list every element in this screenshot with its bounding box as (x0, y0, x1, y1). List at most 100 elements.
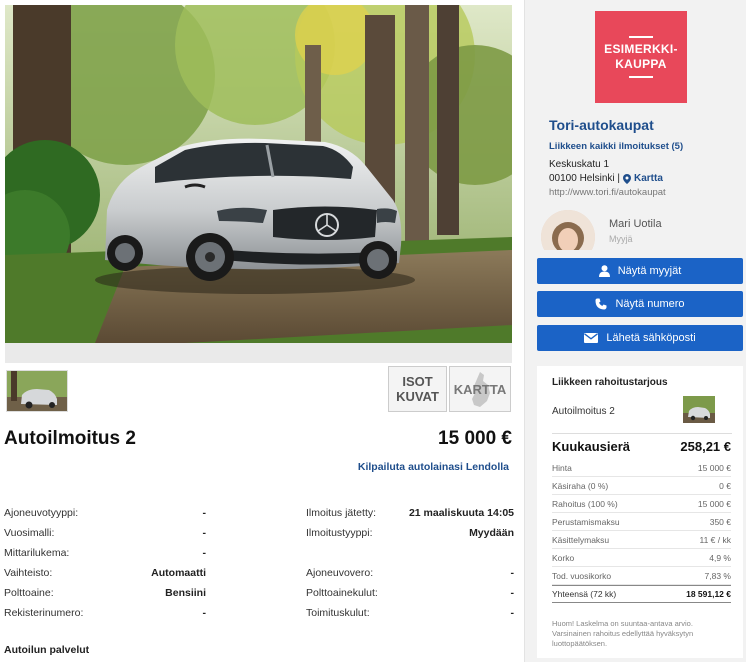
detail-label: Mittarilukema: (4, 547, 70, 559)
show-sellers-label: Näytä myyjät (617, 265, 682, 277)
financing-row-value: 350 € (709, 516, 731, 527)
detail-label: Polttoainekulut: (306, 587, 378, 599)
detail-label: Ilmoitustyyppi: (306, 527, 373, 539)
detail-row (306, 543, 514, 563)
financing-total-label: Yhteensä (72 kk) (552, 589, 617, 599)
shop-name[interactable]: Tori-autokaupat (549, 117, 654, 133)
financing-row-label: Käsittelymaksu (552, 534, 610, 545)
financing-car-name: Autoilmoitus 2 (552, 406, 615, 417)
seller-avatar (541, 210, 595, 250)
detail-value: - (202, 607, 207, 619)
phone-icon (595, 298, 607, 310)
detail-label: Ilmoitus jätetty: (306, 507, 377, 519)
shop-logo[interactable]: ESIMERKKI- KAUPPA (595, 11, 687, 103)
financing-car-thumbnail (683, 396, 715, 423)
detail-value: Myydään (469, 527, 514, 539)
big-images-button[interactable]: ISOT KUVAT (388, 366, 447, 412)
details-left-column: Ajoneuvotyyppi: - Vuosimalli: - Mittarilukem… (4, 503, 206, 623)
ad-title: Autoilmoitus 2 (4, 428, 136, 449)
map-label: KARTTA (453, 381, 507, 397)
financing-title: Liikkeen rahoitustarjous (552, 377, 668, 388)
user-icon (598, 265, 610, 277)
car-main-image[interactable] (5, 5, 512, 343)
send-email-button[interactable]: Lähetä sähköposti (537, 325, 743, 351)
financing-row: Käsiraha (0 %) 0 € (552, 477, 731, 495)
financing-total-row: Yhteensä (72 kk) 18 591,12 € (552, 585, 731, 603)
ad-main: ISOT KUVAT KARTTA Autoilmoitus 2 15 000 … (0, 0, 518, 662)
seller-card: Mari Uotila Myyjä (541, 210, 741, 250)
financing-row-value: 7,83 % (704, 570, 731, 581)
details-right-column: Ilmoitus jätetty: 21 maaliskuuta 14:05 Ilm… (306, 503, 514, 623)
shop-url[interactable]: http://www.tori.fi/autokaupat (549, 187, 666, 198)
financing-row-label: Rahoitus (100 %) (552, 498, 618, 509)
monthly-payment-value: 258,21 € (680, 439, 731, 454)
financing-row-value: 11 € / kk (699, 534, 732, 545)
detail-row: Rekisterinumero: - (4, 603, 206, 623)
gallery-thumbnail[interactable] (6, 370, 68, 412)
financing-row-label: Hinta (552, 462, 572, 473)
map-pin-icon (622, 173, 631, 184)
detail-row: Ilmoitus jätetty: 21 maaliskuuta 14:05 (306, 503, 514, 523)
show-number-button[interactable]: Näytä numero (537, 291, 743, 317)
detail-value: - (510, 607, 515, 619)
send-email-label: Lähetä sähköposti (606, 332, 696, 344)
monthly-payment-label: Kuukausierä (552, 439, 631, 454)
shop-postal-city: 00100 Helsinki | (549, 173, 620, 184)
detail-label: Vaihteisto: (4, 567, 53, 579)
map-button[interactable]: KARTTA (449, 366, 511, 412)
shop-sidebar: ESIMERKKI- KAUPPA Tori-autokaupat Liikkee… (524, 0, 746, 662)
detail-value: - (202, 547, 207, 559)
financing-row-value: 4,9 % (709, 552, 731, 563)
seller-name: Mari Uotila (609, 218, 662, 230)
image-caption-strip (5, 343, 512, 363)
financing-row-label: Korko (552, 552, 575, 563)
shop-address-city: 00100 Helsinki | Kartta (549, 173, 663, 184)
detail-value: - (510, 587, 515, 599)
detail-label: Polttoaine: (4, 587, 54, 599)
shop-map-link[interactable]: Kartta (634, 173, 663, 184)
detail-row: Ilmoitustyyppi: Myydään (306, 523, 514, 543)
envelope-icon (584, 333, 599, 343)
detail-label: Ajoneuvovero: (306, 567, 374, 579)
detail-row: Ajoneuvovero: - (306, 563, 514, 583)
seller-role: Myyjä (609, 234, 633, 244)
financing-row: Käsittelymaksu 11 € / kk (552, 531, 731, 549)
show-sellers-button[interactable]: Näytä myyjät (537, 258, 743, 284)
shop-address-street: Keskuskatu 1 (549, 159, 610, 170)
detail-value: Automaatti (151, 567, 206, 579)
financing-row-value: 15 000 € (697, 498, 731, 509)
detail-row: Ajoneuvotyyppi: - (4, 503, 206, 523)
financing-row-label: Käsiraha (0 %) (552, 480, 609, 491)
detail-row: Vuosimalli: - (4, 523, 206, 543)
financing-row-label: Tod. vuosikorko (552, 570, 612, 581)
detail-row: Toimituskulut: - (306, 603, 514, 623)
ad-price: 15 000 € (438, 428, 512, 449)
financing-offer-panel: Liikkeen rahoitustarjous Autoilmoitus 2 … (537, 366, 743, 658)
financing-breakdown: Hinta 15 000 € Käsiraha (0 %) 0 € Rahoitus (… (552, 459, 731, 603)
financing-divider (552, 433, 732, 434)
loan-comparison-link[interactable]: Kilpailuta autolainasi Lendolla (358, 461, 509, 473)
detail-value: - (510, 567, 515, 579)
detail-row: Polttoainekulut: - (306, 583, 514, 603)
detail-value: - (202, 527, 207, 539)
financing-row: Korko 4,9 % (552, 549, 731, 567)
detail-label: Toimituskulut: (306, 607, 370, 619)
financing-row-label: Perustamismaksu (552, 516, 620, 527)
services-heading: Autoilun palvelut (4, 644, 90, 656)
financing-row-value: 15 000 € (697, 462, 731, 473)
detail-value: Bensiini (165, 587, 206, 599)
financing-row: Rahoitus (100 %) 15 000 € (552, 495, 731, 513)
shop-all-ads-link[interactable]: Liikkeen kaikki ilmoitukset (5) (549, 141, 683, 152)
detail-value: - (202, 507, 207, 519)
financing-disclaimer: Huom! Laskelma on suuntaa-antava arvio. … (552, 619, 694, 648)
financing-row-value: 0 € (719, 480, 731, 491)
detail-row: Vaihteisto: Automaatti (4, 563, 206, 583)
detail-row: Polttoaine: Bensiini (4, 583, 206, 603)
financing-row: Hinta 15 000 € (552, 459, 731, 477)
financing-row: Perustamismaksu 350 € (552, 513, 731, 531)
big-images-label: ISOT KUVAT (396, 374, 439, 404)
detail-row: Mittarilukema: - (4, 543, 206, 563)
financing-row: Tod. vuosikorko 7,83 % (552, 567, 731, 585)
show-number-label: Näytä numero (615, 298, 685, 310)
detail-label: Rekisterinumero: (4, 607, 84, 619)
